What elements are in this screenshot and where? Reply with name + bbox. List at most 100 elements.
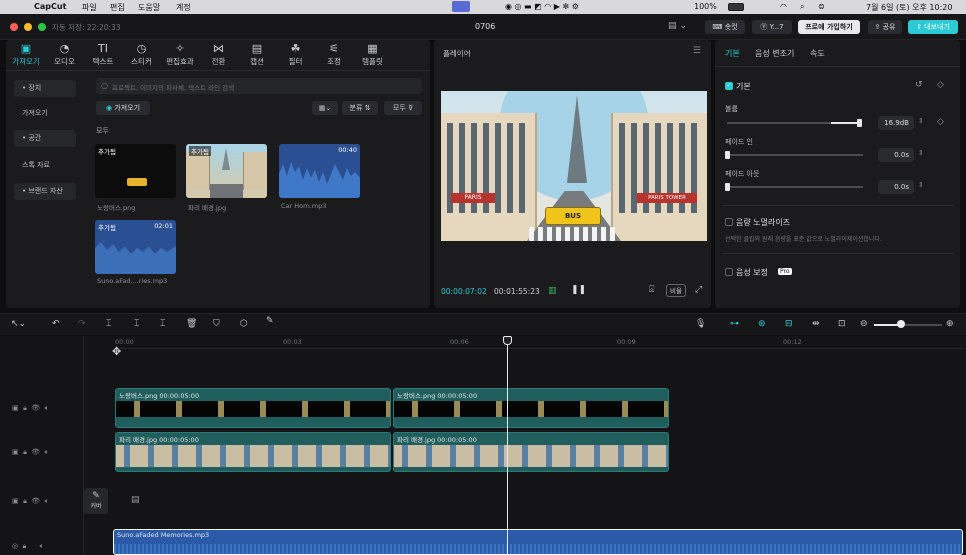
media-item-paris[interactable]: 추가됨	[186, 144, 267, 198]
delete-icon[interactable]: 🗑︎	[186, 319, 197, 329]
search-icon[interactable]: ⌕	[800, 2, 804, 12]
media-item-carhorn[interactable]: 00:40	[279, 144, 360, 198]
fade-in-slider[interactable]	[727, 154, 863, 156]
select-tool-icon[interactable]: ↖⌄	[11, 319, 26, 329]
stepper-icon[interactable]: ⇕	[918, 181, 924, 189]
ai-edit-icon[interactable]: ✎	[266, 316, 274, 326]
sidebar-item-space[interactable]: • 공간	[14, 130, 76, 147]
control-center-icon[interactable]: ⊜	[818, 2, 825, 11]
menu-file[interactable]: 파일	[82, 2, 97, 13]
preview-axis-icon[interactable]: ⊟	[785, 319, 793, 329]
menu-icon[interactable]: ☰	[693, 46, 701, 56]
stepper-icon[interactable]: ⇕	[918, 117, 924, 125]
menu-edit[interactable]: 편집	[110, 2, 125, 13]
tab-adjust[interactable]: ⚟ 조정	[314, 42, 354, 67]
shortcut-button[interactable]: ⌨ 숏컷	[705, 20, 745, 34]
pause-icon[interactable]: ❚❚	[571, 285, 586, 295]
minimize-window-icon[interactable]	[24, 23, 32, 31]
fade-out-knob[interactable]	[725, 183, 730, 191]
user-menu[interactable]: Ⓨ Y...7	[752, 20, 792, 34]
sidebar-item-brand[interactable]: • 브랜드 자산	[14, 183, 76, 200]
zoom-in-icon[interactable]: ⊕	[946, 319, 954, 329]
sidebar-item-device[interactable]: • 장치	[14, 80, 76, 97]
reset-icon[interactable]: ↺	[915, 80, 923, 90]
undo-icon[interactable]: ↶	[52, 319, 60, 329]
clip-audio[interactable]: Suno.aFaded Memories.mp3	[113, 529, 963, 555]
zoom-knob[interactable]	[897, 320, 905, 328]
tab-speed[interactable]: 속도	[810, 48, 825, 59]
clip-paris-2[interactable]: 파리 배경.jpg 00:00:05:00	[393, 432, 669, 472]
volume-knob[interactable]	[857, 119, 862, 127]
basic-checkbox[interactable]: ✓	[725, 82, 733, 90]
tab-caption[interactable]: ▤ 캡션	[237, 42, 277, 67]
zoom-window-icon[interactable]	[38, 23, 46, 31]
bus-overlay[interactable]: BUS	[545, 207, 601, 225]
clip-label: Suno.aFaded Memories.mp3	[117, 531, 210, 539]
screen-record-icon[interactable]	[452, 1, 470, 12]
shield-icon[interactable]: ⛉	[213, 319, 220, 329]
caption-icon[interactable]: ⊡	[838, 319, 846, 329]
cover-button[interactable]: ✎ 커버	[84, 488, 108, 514]
close-window-icon[interactable]	[10, 23, 18, 31]
tab-audio[interactable]: ◔ 오디오	[45, 42, 85, 67]
pro-subscribe-button[interactable]: 프로에 가입하기	[798, 20, 860, 34]
building-right	[243, 152, 267, 190]
menu-account[interactable]: 계정	[176, 2, 191, 13]
search-input[interactable]: ○ 프로젝트, 이미지의 피사체, 텍스트 라인 검색	[96, 78, 422, 94]
view-toggle-icon[interactable]: ▦⌄	[312, 101, 338, 115]
tab-basic[interactable]: 기본	[725, 48, 740, 59]
split-right-icon[interactable]: ⌶	[160, 319, 165, 329]
tab-import[interactable]: ▣ 가져오기	[6, 42, 46, 67]
split-icon[interactable]: ⌶	[106, 319, 111, 329]
sidebar-item-import[interactable]: 가져오기	[14, 105, 76, 122]
keyframe-icon[interactable]: ◇	[937, 117, 944, 127]
tab-filter[interactable]: ☘ 필터	[276, 42, 316, 67]
building-right	[611, 113, 707, 241]
normalize-checkbox[interactable]	[725, 218, 733, 226]
volume-value[interactable]: 16.9dB	[878, 116, 914, 130]
keyframe-icon[interactable]: ◇	[937, 80, 944, 90]
redo-icon[interactable]: ↷	[78, 319, 86, 329]
wifi-icon[interactable]: ◠	[780, 2, 787, 11]
mask-icon[interactable]: ⬡	[240, 319, 248, 329]
fullscreen-icon[interactable]: ⤢	[695, 285, 702, 295]
menu-help[interactable]: 도움말	[138, 2, 160, 13]
fade-out-slider[interactable]	[727, 186, 863, 188]
clip-paris-1[interactable]: 파리 배경.jpg 00:00:05:00	[115, 432, 391, 472]
link-icon[interactable]: ⊛	[758, 319, 766, 329]
tab-label: 필터	[288, 57, 303, 66]
magnet-icon[interactable]: ⊶	[730, 319, 739, 329]
fade-in-value[interactable]: 0.0s	[878, 148, 914, 162]
filter-all-button[interactable]: 모두 ⊽	[384, 101, 422, 115]
split-left-icon[interactable]: ⌶	[134, 319, 139, 329]
clip-bus-2[interactable]: 노랑버스.png 00:00:05:00	[393, 388, 669, 428]
microphone-icon[interactable]: 🎙︎	[695, 319, 706, 329]
snapshot-icon[interactable]: ⌻	[649, 285, 654, 295]
sort-button[interactable]: 분류 ⇅	[342, 101, 378, 115]
tab-voice-changer[interactable]: 음성 변조기	[755, 48, 794, 59]
tab-effects[interactable]: ✧ 편집효과	[160, 42, 200, 67]
zoom-out-icon[interactable]: ⊖	[860, 319, 868, 329]
clip-bus-1[interactable]: 노랑버스.png 00:00:05:00	[115, 388, 391, 428]
share-button[interactable]: ⇪ 공유	[868, 20, 902, 34]
playhead[interactable]	[507, 343, 508, 555]
ratio-button[interactable]: 비율	[666, 284, 686, 297]
playhead-handle[interactable]	[503, 336, 512, 345]
enhance-checkbox[interactable]	[725, 268, 733, 276]
media-item-bus[interactable]: 추가됨	[95, 144, 176, 198]
export-button[interactable]: ⇧ 내보내기	[908, 20, 958, 34]
tab-template[interactable]: ▦ 템플릿	[353, 42, 393, 67]
sidebar-item-stock[interactable]: 스톡 자료	[14, 157, 76, 174]
tab-transition[interactable]: ⋈ 전환	[199, 42, 239, 67]
align-icon[interactable]: ⇹	[812, 319, 820, 329]
media-item-suno[interactable]: 추가됨 02:01	[95, 220, 176, 274]
app-menu[interactable]: CapCut	[34, 2, 66, 11]
stepper-icon[interactable]: ⇕	[918, 149, 924, 157]
fade-in-knob[interactable]	[725, 151, 730, 159]
video-preview[interactable]: PARIS PARIS TOWER BUS	[441, 91, 707, 241]
import-button[interactable]: ◉ 가져오기	[96, 101, 150, 115]
layout-icon[interactable]: ▤ ⌄	[668, 21, 687, 31]
tab-sticker[interactable]: ◷ 스티커	[122, 42, 162, 67]
tab-text[interactable]: TI 텍스트	[83, 42, 123, 67]
fade-out-value[interactable]: 0.0s	[878, 180, 914, 194]
